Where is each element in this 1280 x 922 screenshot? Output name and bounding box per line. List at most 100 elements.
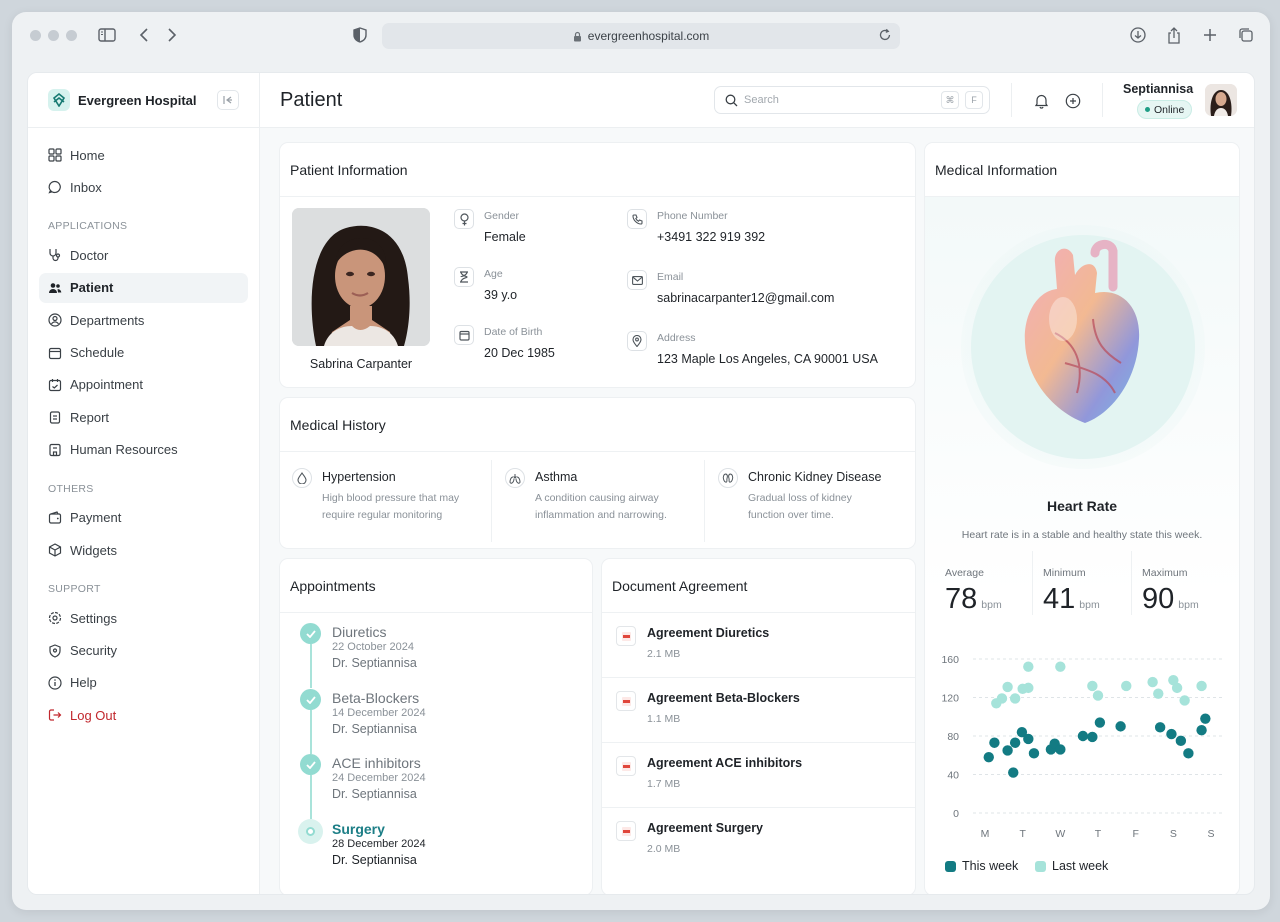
phone-icon xyxy=(627,209,647,229)
shortcut-cmd-key: ⌘ xyxy=(941,91,959,109)
sidebar-item-doctor[interactable]: Doctor xyxy=(39,240,248,270)
phone-value: +3491 322 919 392 xyxy=(657,230,766,244)
this-week-point xyxy=(1196,725,1207,736)
sidebar-item-patient[interactable]: Patient xyxy=(39,272,248,303)
appointment-doctor: Dr. Septiannisa xyxy=(332,853,417,867)
stat-label: Minimum xyxy=(1043,567,1086,579)
section-label-others: OTHERS xyxy=(48,482,94,495)
sidebar-item-label: Appointment xyxy=(70,377,143,393)
sidebar-item-label: Settings xyxy=(70,610,117,626)
cube-icon xyxy=(48,543,62,557)
sidebar-item-inbox[interactable]: Inbox xyxy=(39,172,248,202)
address-bar[interactable]: evergreenhospital.com xyxy=(382,23,900,49)
blood-drop-icon xyxy=(292,468,312,488)
last-week-point xyxy=(1179,695,1190,706)
building-icon xyxy=(49,443,61,456)
gender-label: Gender xyxy=(484,210,520,222)
clipboard-icon xyxy=(49,411,61,424)
reload-icon[interactable] xyxy=(878,28,892,42)
sidebar-item-settings[interactable]: Settings xyxy=(39,603,248,633)
privacy-shield-icon[interactable] xyxy=(349,24,371,46)
document-item[interactable]: Agreement Diuretics 2.1 MB xyxy=(602,613,915,678)
sidebar-item-home[interactable]: Home xyxy=(39,140,248,170)
last-week-point xyxy=(1171,682,1183,694)
history-item-ckd[interactable]: Chronic Kidney Disease Gradual loss of ki… xyxy=(706,458,881,544)
heart-rate-subtitle: Heart rate is in a stable and healthy st… xyxy=(961,529,1203,541)
this-week-point xyxy=(1166,728,1177,740)
history-name: Chronic Kidney Disease xyxy=(748,470,882,484)
email-value: sabrinacarpanter12@gmail.com xyxy=(657,291,835,305)
legend-swatch xyxy=(945,860,956,872)
last-week-point xyxy=(1023,661,1034,672)
appointment-item-beta-blockers[interactable]: Beta-Blockers 14 December 2024 Dr. Septi… xyxy=(332,690,426,736)
window-controls[interactable] xyxy=(30,30,77,41)
share-icon[interactable] xyxy=(1163,24,1185,46)
gender-field: Gender Female xyxy=(454,209,526,244)
calendar-icon xyxy=(454,325,474,345)
sidebar-item-report[interactable]: Report xyxy=(39,402,248,432)
shortcut-f-key: F xyxy=(965,91,983,109)
sidebar-item-security[interactable]: Security xyxy=(39,636,248,666)
completed-check-icon xyxy=(300,623,321,644)
card-title: Medical Information xyxy=(925,143,1239,197)
notification-bell-icon[interactable] xyxy=(1031,91,1051,111)
appointment-doctor: Dr. Septiannisa xyxy=(332,722,417,736)
sidebar-toggle-icon[interactable] xyxy=(96,24,118,46)
tabs-overview-icon[interactable] xyxy=(1235,24,1257,46)
user-name: Septiannisa xyxy=(1123,82,1194,96)
sidebar-item-widgets[interactable]: Widgets xyxy=(39,535,248,565)
last-week-point xyxy=(1147,676,1158,688)
last-week-point xyxy=(1153,688,1164,699)
history-item-hypertension[interactable]: Hypertension High blood pressure that may… xyxy=(280,458,459,544)
stat-unit: bpm xyxy=(1079,599,1100,611)
legend-label: Last week xyxy=(1052,859,1109,873)
sidebar-item-human-resources[interactable]: Human Resources xyxy=(39,435,248,465)
avatar[interactable] xyxy=(1205,84,1237,116)
pdf-file-icon xyxy=(616,821,636,841)
heart-rate-chart: 0 40 80 120 160 M T W T F S S xyxy=(941,654,1223,840)
document-name: Agreement ACE inhibitors xyxy=(647,756,803,770)
history-name: Hypertension xyxy=(322,470,396,484)
search-input[interactable] xyxy=(744,94,935,106)
appointment-item-diuretics[interactable]: Diuretics 22 October 2024 Dr. Septiannis… xyxy=(332,624,417,670)
new-tab-icon[interactable] xyxy=(1199,24,1221,46)
sidebar-item-logout[interactable]: Log Out xyxy=(39,700,248,730)
average-stat: Average 78 bpm xyxy=(945,567,1002,616)
logout-icon xyxy=(48,709,62,721)
appointment-item-surgery[interactable]: Surgery 28 December 2024 Dr. Septiannisa xyxy=(332,821,426,867)
divider xyxy=(491,460,492,542)
evergreen-logo-icon xyxy=(48,89,70,111)
x-tick-label: S xyxy=(1170,828,1177,840)
x-tick-label: S xyxy=(1207,828,1214,840)
this-week-point xyxy=(1115,721,1126,732)
appointment-item-ace-inhibitors[interactable]: ACE inhibitors 24 December 2024 Dr. Sept… xyxy=(332,755,426,801)
sidebar-item-payment[interactable]: Payment xyxy=(39,503,248,533)
back-icon[interactable] xyxy=(133,24,155,46)
phone-field: Phone Number +3491 322 919 392 xyxy=(627,209,765,244)
dob-label: Date of Birth xyxy=(484,326,543,338)
sidebar-item-help[interactable]: Help xyxy=(39,668,248,698)
sidebar-item-departments[interactable]: Departments xyxy=(39,305,248,335)
document-size: 2.0 MB xyxy=(647,843,681,855)
hourglass-icon xyxy=(454,267,474,287)
collapse-sidebar-button[interactable] xyxy=(217,90,239,110)
document-item[interactable]: Agreement ACE inhibitors 1.7 MB xyxy=(602,743,915,808)
sidebar-item-label: Widgets xyxy=(70,542,117,558)
forward-icon[interactable] xyxy=(161,24,183,46)
document-item[interactable]: Agreement Beta-Blockers 1.1 MB xyxy=(602,678,915,743)
top-bar: Patient ⌘ F Septiannisa Online xyxy=(260,73,1254,128)
sidebar-item-appointment[interactable]: Appointment xyxy=(39,370,248,400)
history-item-asthma[interactable]: Asthma A condition causing airway inflamma… xyxy=(493,458,667,544)
online-dot-icon xyxy=(1145,107,1150,112)
timeline-connector xyxy=(310,644,312,688)
this-week-point xyxy=(1008,767,1019,778)
download-icon[interactable] xyxy=(1127,24,1149,46)
lock-icon xyxy=(573,31,581,41)
x-tick-label: T xyxy=(1019,828,1026,840)
sidebar-item-schedule[interactable]: Schedule xyxy=(39,338,248,368)
sidebar-item-label: Doctor xyxy=(70,247,109,263)
document-item[interactable]: Agreement Surgery 2.0 MB xyxy=(602,808,915,873)
add-circle-icon[interactable] xyxy=(1063,91,1083,111)
y-tick-label: 40 xyxy=(947,770,959,782)
search-box[interactable]: ⌘ F xyxy=(714,86,990,114)
